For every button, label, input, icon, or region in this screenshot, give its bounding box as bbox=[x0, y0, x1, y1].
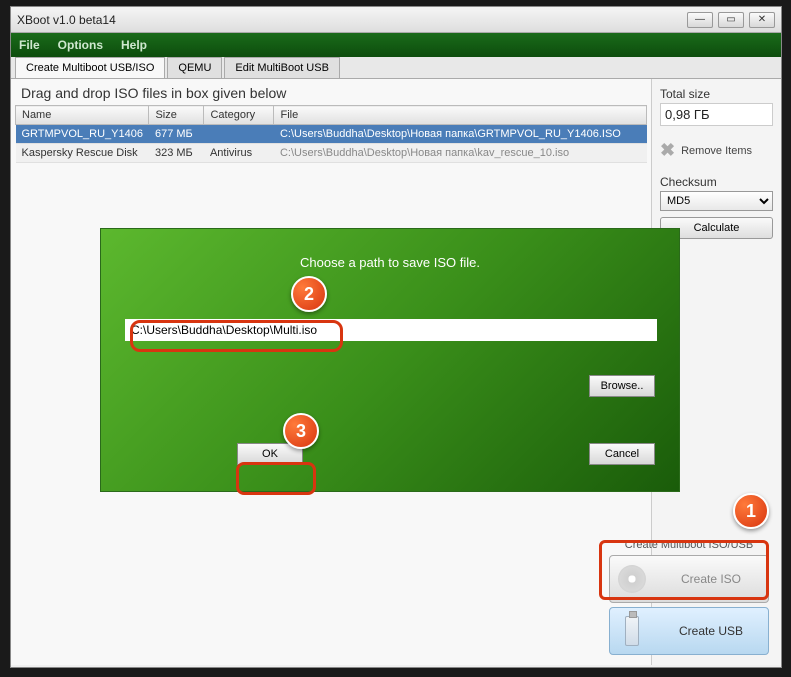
menubar: File Options Help bbox=[11, 33, 781, 57]
total-size-value: 0,98 ГБ bbox=[660, 103, 773, 126]
tab-create[interactable]: Create Multiboot USB/ISO bbox=[15, 57, 165, 78]
cell-name: Kaspersky Rescue Disk bbox=[16, 144, 149, 163]
menu-file[interactable]: File bbox=[19, 38, 40, 52]
minimize-button[interactable]: — bbox=[687, 12, 713, 28]
col-file[interactable]: File bbox=[274, 106, 647, 125]
tab-edit[interactable]: Edit MultiBoot USB bbox=[224, 57, 340, 78]
cancel-button[interactable]: Cancel bbox=[589, 443, 655, 465]
step-marker-2: 2 bbox=[291, 276, 327, 312]
browse-button[interactable]: Browse.. bbox=[589, 375, 655, 397]
checksum-label: Checksum bbox=[660, 175, 773, 189]
cell-name: GRTMPVOL_RU_Y1406 bbox=[16, 125, 149, 144]
cell-size: 323 МБ bbox=[149, 144, 204, 163]
remove-icon: ✖ bbox=[660, 140, 675, 161]
drag-drop-label: Drag and drop ISO files in box given bel… bbox=[15, 83, 647, 103]
create-usb-label: Create USB bbox=[654, 624, 768, 638]
col-name[interactable]: Name bbox=[16, 106, 149, 125]
step-marker-3: 3 bbox=[283, 413, 319, 449]
iso-table: Name Size Category File GRTMPVOL_RU_Y140… bbox=[15, 105, 647, 163]
close-button[interactable]: ✕ bbox=[749, 12, 775, 28]
create-usb-button[interactable]: Create USB bbox=[609, 607, 769, 655]
create-iso-button[interactable]: Create ISO bbox=[609, 555, 769, 603]
maximize-button[interactable]: ▭ bbox=[718, 12, 744, 28]
col-size[interactable]: Size bbox=[149, 106, 204, 125]
create-label: Create Multiboot ISO/USB bbox=[605, 539, 773, 551]
table-row[interactable]: GRTMPVOL_RU_Y1406 677 МБ C:\Users\Buddha… bbox=[16, 125, 647, 144]
table-header-row: Name Size Category File bbox=[16, 106, 647, 125]
step-marker-1: 1 bbox=[733, 493, 769, 529]
window-buttons: — ▭ ✕ bbox=[687, 12, 775, 28]
table-row[interactable]: Kaspersky Rescue Disk 323 МБ Antivirus C… bbox=[16, 144, 647, 163]
save-iso-dialog: Choose a path to save ISO file. Browse..… bbox=[100, 228, 680, 492]
tab-qemu[interactable]: QEMU bbox=[167, 57, 222, 78]
cell-category bbox=[204, 125, 274, 144]
cell-file: C:\Users\Buddha\Desktop\Новая папка\GRTM… bbox=[274, 125, 647, 144]
dvd-icon bbox=[610, 565, 654, 593]
checksum-dropdown[interactable]: MD5 bbox=[660, 191, 773, 211]
remove-label: Remove Items bbox=[681, 145, 752, 157]
dialog-title: Choose a path to save ISO file. bbox=[101, 229, 679, 270]
create-iso-label: Create ISO bbox=[654, 572, 768, 586]
col-category[interactable]: Category bbox=[204, 106, 274, 125]
cell-size: 677 МБ bbox=[149, 125, 204, 144]
create-buttons-area: Create Multiboot ISO/USB Create ISO Crea… bbox=[605, 539, 773, 659]
cell-category: Antivirus bbox=[204, 144, 274, 163]
titlebar: XBoot v1.0 beta14 — ▭ ✕ bbox=[11, 7, 781, 33]
remove-items-button[interactable]: ✖ Remove Items bbox=[660, 140, 773, 161]
usb-icon bbox=[610, 616, 654, 646]
menu-help[interactable]: Help bbox=[121, 38, 147, 52]
cell-file: C:\Users\Buddha\Desktop\Новая папка\kav_… bbox=[274, 144, 647, 163]
menu-options[interactable]: Options bbox=[58, 38, 103, 52]
path-input[interactable] bbox=[125, 319, 657, 341]
window-title: XBoot v1.0 beta14 bbox=[17, 13, 687, 27]
tabs: Create Multiboot USB/ISO QEMU Edit Multi… bbox=[11, 57, 781, 79]
total-size-label: Total size bbox=[660, 87, 773, 101]
